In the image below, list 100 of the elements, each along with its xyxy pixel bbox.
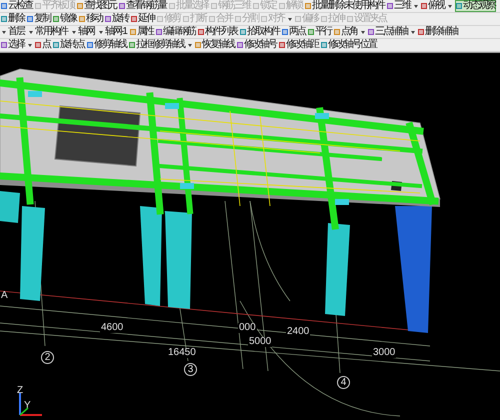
- tool-icon: [282, 29, 288, 35]
- tool-icon: [198, 29, 204, 35]
- tool-icon: [211, 3, 217, 9]
- caret-icon: [28, 44, 32, 46]
- toolbar-button[interactable]: 移动: [79, 13, 102, 25]
- tool-icon: [321, 16, 327, 22]
- dropdown-field[interactable]: 常用构件: [28, 26, 68, 38]
- tool-icon: [347, 16, 353, 22]
- caret-icon: [2, 30, 6, 34]
- caret-icon: [29, 30, 33, 34]
- toolbar-button[interactable]: 修剪轴线: [87, 39, 126, 51]
- tool-icon: [261, 16, 267, 22]
- axis-bubble: 3: [184, 363, 197, 376]
- tool-icon: [418, 29, 424, 35]
- toolbar-button[interactable]: 恢复轴线: [195, 39, 234, 51]
- toolbar-button[interactable]: 两点: [282, 26, 305, 38]
- caret-icon: [410, 30, 415, 34]
- toolbar-button[interactable]: 延伸: [131, 13, 154, 25]
- dimension-label: 16450: [167, 348, 197, 358]
- tool-icon: [387, 3, 393, 9]
- tool-icon: [235, 16, 241, 22]
- menu-button[interactable]: 点角: [334, 26, 365, 38]
- caret-icon: [448, 4, 452, 8]
- axis-bubble: 4: [337, 376, 350, 389]
- toolbar-button[interactable]: 旋转点: [53, 39, 84, 51]
- toolbar-button[interactable]: 属性: [130, 26, 153, 38]
- tool-icon: [183, 16, 189, 22]
- toolbar-button[interactable]: 批量删除未使用构件: [305, 0, 384, 12]
- tool-icon: [130, 29, 136, 35]
- tool-icon: [87, 42, 93, 48]
- toolbar-button[interactable]: 旋转: [105, 13, 128, 25]
- toolbar-button[interactable]: 删除: [1, 13, 24, 25]
- gizmo-label: Y: [24, 401, 31, 411]
- tool-icon: [240, 29, 246, 35]
- caret-icon: [72, 30, 76, 34]
- tool-icon: [456, 3, 462, 9]
- toolbar-button[interactable]: 查看钢筋量: [119, 0, 166, 12]
- tool-icon: [119, 3, 125, 9]
- menu-button[interactable]: 俯视: [421, 0, 452, 12]
- gizmo-label: Z: [17, 386, 24, 396]
- tool-icon: [237, 42, 243, 48]
- toolbar-button[interactable]: 复制: [27, 13, 50, 25]
- dimension-label: 000: [238, 323, 257, 333]
- caret-icon: [188, 44, 192, 46]
- tool-icon: [321, 42, 327, 48]
- axis-bubble: 2: [41, 351, 54, 364]
- tool-icon: [53, 16, 59, 22]
- tool-icon: [305, 3, 311, 9]
- tool-icon: [27, 16, 33, 22]
- caret-icon: [99, 30, 103, 34]
- tool-icon: [1, 42, 7, 48]
- tool-icon: [1, 16, 7, 22]
- tool-icon: [308, 29, 314, 35]
- axis-label: A: [1, 291, 8, 301]
- tool-icon: [295, 16, 301, 22]
- tool-icon: [53, 42, 59, 48]
- tool-icon: [79, 16, 85, 22]
- toolbar-button[interactable]: 点: [35, 39, 50, 51]
- tool-icon: [209, 16, 215, 22]
- toolbar-button[interactable]: 拾取构件: [240, 26, 279, 38]
- caret-icon: [414, 4, 418, 8]
- tool-icon: [253, 3, 259, 9]
- toolbar-button[interactable]: 构件列表: [198, 26, 237, 38]
- dimension-label: 3000: [372, 348, 396, 358]
- toolbar-button[interactable]: 修改轴距: [279, 39, 318, 51]
- tool-icon: [169, 3, 175, 9]
- tool-icon: [1, 3, 7, 9]
- toolbar-button[interactable]: 删除辅轴: [418, 26, 457, 38]
- tool-icon: [421, 3, 427, 9]
- tool-icon: [131, 16, 137, 22]
- caret-icon: [288, 18, 292, 20]
- tool-icon: [35, 42, 41, 48]
- menu-button[interactable]: 拉框修剪轴线: [129, 39, 192, 51]
- tool-icon: [368, 29, 374, 35]
- menu-button[interactable]: 选择: [1, 39, 32, 51]
- tool-icon: [279, 3, 285, 9]
- caret-icon: [360, 30, 365, 34]
- dimension-label: 5000: [248, 337, 272, 347]
- toolbar-button[interactable]: 查找图元: [77, 0, 116, 12]
- toolbar-button[interactable]: 镜像: [53, 13, 76, 25]
- dropdown-field[interactable]: 轴网: [71, 26, 95, 38]
- tool-icon: [156, 29, 162, 35]
- toolbar-button[interactable]: 修改轴号位置: [321, 39, 376, 51]
- toolbar-button[interactable]: 编辑钢筋: [156, 26, 195, 38]
- tool-icon: [195, 42, 201, 48]
- toolbar-button[interactable]: 云检查: [1, 0, 32, 12]
- tool-icon: [129, 42, 135, 48]
- toolbar-button[interactable]: 修改轴号: [237, 39, 276, 51]
- tool-icon: [334, 29, 340, 35]
- tool-icon: [279, 42, 285, 48]
- menu-button[interactable]: 三点辅轴: [368, 26, 415, 38]
- tool-icon: [35, 3, 41, 9]
- dimension-label: 2400: [286, 327, 310, 337]
- dropdown-field[interactable]: 首层: [1, 26, 25, 38]
- dropdown-field[interactable]: 轴网-1: [98, 26, 127, 38]
- toolbar-button[interactable]: 平行: [308, 26, 331, 38]
- dimension-label: 4600: [100, 323, 124, 333]
- tool-icon: [157, 16, 163, 22]
- tool-icon: [105, 16, 111, 22]
- tool-icon: [77, 3, 83, 9]
